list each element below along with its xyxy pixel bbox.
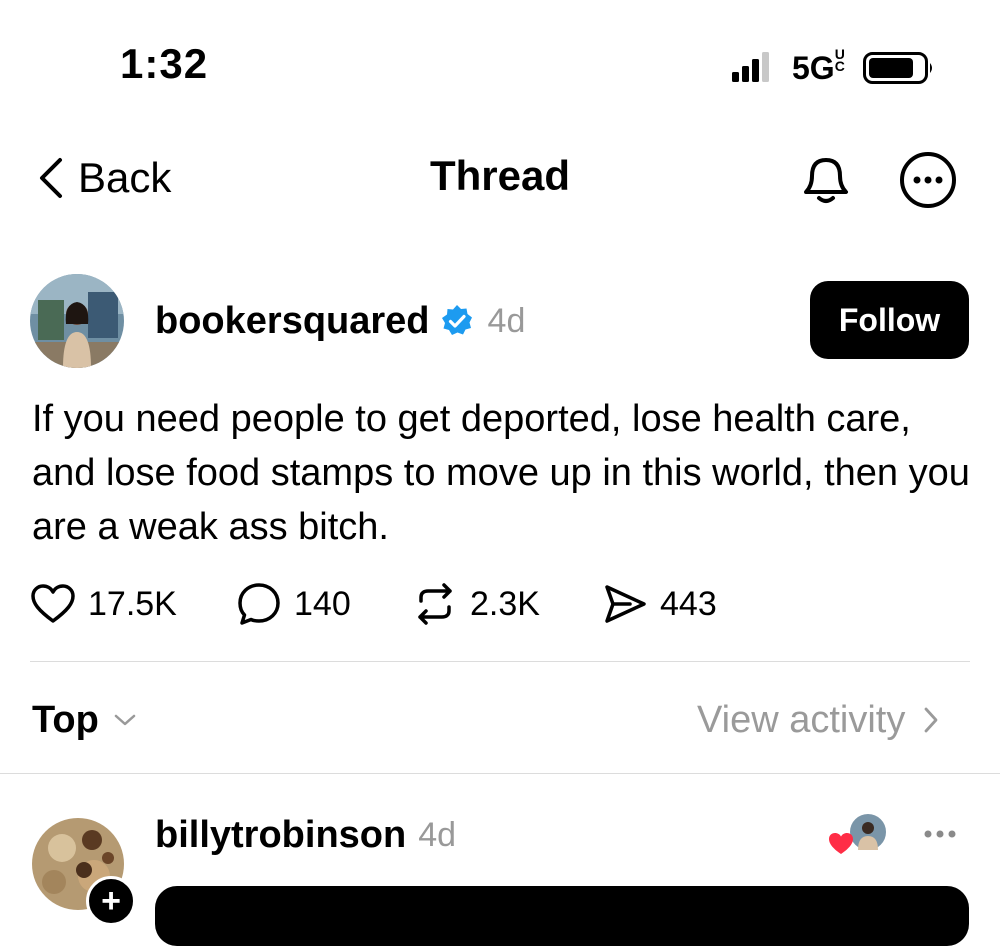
repost-button[interactable]: 2.3K xyxy=(412,581,602,627)
like-button[interactable]: 17.5K xyxy=(30,581,236,627)
reply-media[interactable] xyxy=(155,886,969,946)
reply-author-name[interactable]: billytrobinson xyxy=(155,814,406,857)
reply-author-row: billytrobinson 4d xyxy=(155,812,456,858)
post-text: If you need people to get deported, lose… xyxy=(32,398,970,548)
follow-plus-icon[interactable]: + xyxy=(86,876,136,926)
reply-button[interactable]: 140 xyxy=(236,581,412,627)
share-button[interactable]: 443 xyxy=(602,581,717,627)
reply-count: 140 xyxy=(294,584,351,623)
bell-icon[interactable] xyxy=(796,150,856,210)
share-count: 443 xyxy=(660,584,717,623)
post-author-row: bookersquared 4d xyxy=(155,296,525,346)
follow-button[interactable]: Follow xyxy=(810,281,969,359)
network-main: 5G xyxy=(792,50,835,86)
view-activity-label: View activity xyxy=(697,698,906,741)
author-avatar[interactable] xyxy=(30,274,124,368)
comment-icon xyxy=(238,583,280,625)
chevron-down-icon xyxy=(114,714,136,726)
heart-icon xyxy=(31,584,75,623)
chevron-left-icon xyxy=(40,158,62,198)
view-activity-link[interactable]: View activity xyxy=(697,696,939,744)
verified-badge-icon xyxy=(441,305,472,335)
status-time: 1:32 xyxy=(120,40,209,87)
reply-time: 4d xyxy=(418,815,457,854)
post-actions: 17.5K 140 2.3K 443 xyxy=(30,578,717,630)
send-icon xyxy=(605,585,646,623)
divider xyxy=(0,773,1000,774)
post-time: 4d xyxy=(487,301,526,340)
back-label: Back xyxy=(78,154,172,201)
repost-icon xyxy=(418,583,452,625)
chevron-right-icon xyxy=(924,707,938,733)
cellular-signal-icon xyxy=(732,52,769,82)
liked-by-author-icon xyxy=(829,812,888,854)
like-count: 17.5K xyxy=(88,584,177,623)
network-type: 5GUC xyxy=(792,46,847,87)
divider xyxy=(30,661,970,662)
battery-icon xyxy=(863,52,932,84)
repost-count: 2.3K xyxy=(470,584,540,623)
back-button[interactable]: Back xyxy=(38,154,171,202)
author-name[interactable]: bookersquared xyxy=(155,300,430,343)
more-icon[interactable] xyxy=(920,818,960,850)
sort-label: Top xyxy=(32,698,99,741)
network-sup: UC xyxy=(834,46,845,74)
more-options-icon[interactable] xyxy=(898,150,958,210)
sort-dropdown[interactable]: Top xyxy=(32,696,137,744)
